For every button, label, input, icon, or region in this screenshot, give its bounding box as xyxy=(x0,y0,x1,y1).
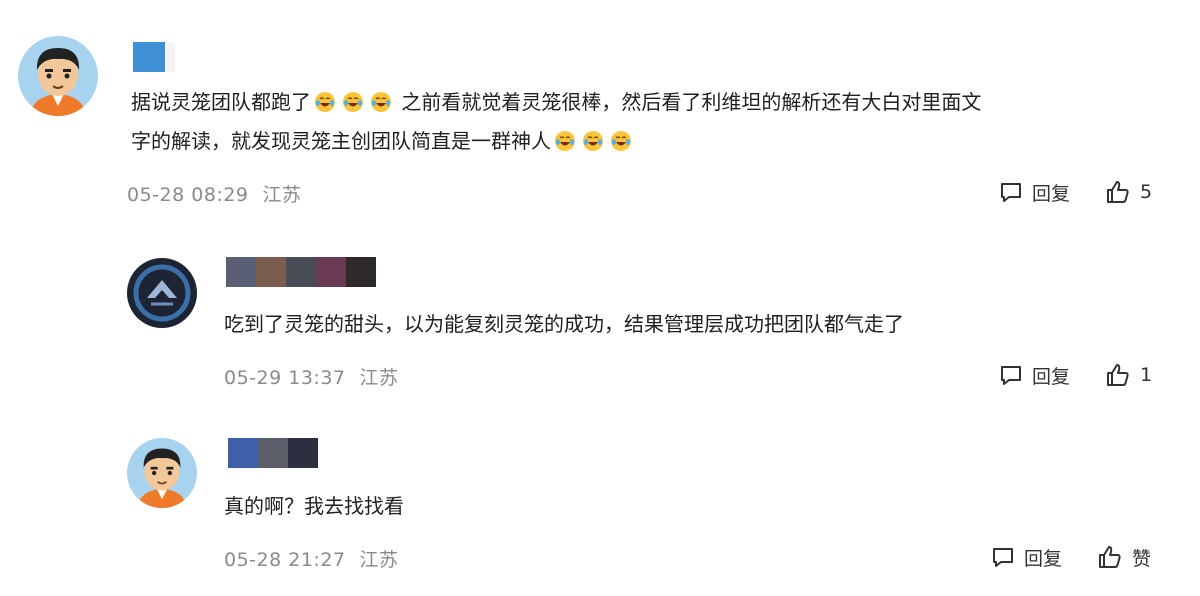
reply-button[interactable]: 回复 xyxy=(998,362,1070,389)
like-button[interactable]: 1 xyxy=(1104,361,1152,389)
laugh-cry-emoji-icon xyxy=(582,126,604,151)
thumbs-up-icon xyxy=(1107,364,1129,386)
avatar[interactable] xyxy=(127,438,197,508)
comment-location: 江苏 xyxy=(262,184,302,206)
comment-meta: 05-28 21:27 江苏 xyxy=(224,545,399,572)
thumbs-up-icon xyxy=(1099,546,1121,568)
like-button[interactable]: 5 xyxy=(1104,178,1152,206)
comment-bubble-icon xyxy=(993,548,1013,567)
comment-actions: 回复 赞 xyxy=(990,543,1151,571)
avatar[interactable] xyxy=(127,258,197,328)
comment-text: 据说灵笼团队都跑了 之前看就觉着灵笼很棒，然后看了利维坦的解析还有大白对里面文 … xyxy=(131,83,1171,161)
reply-button[interactable]: 回复 xyxy=(998,179,1070,206)
laugh-cry-emoji-icon xyxy=(610,126,632,151)
comment-item-3: 真的啊？我去找找看 05-28 21:27 江苏 回复 赞 xyxy=(0,420,1200,596)
comment-meta: 05-29 13:37 江苏 xyxy=(224,363,399,390)
comment-item-2: 吃到了灵笼的甜头，以为能复刻灵笼的成功，结果管理层成功把团队都气走了 05-29… xyxy=(0,220,1200,420)
laugh-cry-emoji-icon xyxy=(314,87,336,112)
avatar[interactable] xyxy=(18,36,98,116)
cartoon-boy-avatar-icon xyxy=(127,438,197,508)
username-redacted[interactable] xyxy=(133,42,175,72)
reply-button[interactable]: 回复 xyxy=(990,544,1062,571)
laugh-cry-emoji-icon xyxy=(554,126,576,151)
username-redacted[interactable] xyxy=(226,257,376,287)
laugh-cry-emoji-icon xyxy=(370,87,392,112)
comment-location: 江苏 xyxy=(359,367,399,389)
comment-bubble-icon xyxy=(1001,366,1021,385)
dark-emblem-avatar-icon xyxy=(127,258,197,328)
comment-text: 吃到了灵笼的甜头，以为能复刻灵笼的成功，结果管理层成功把团队都气走了 xyxy=(224,312,904,336)
comment-item-1: 据说灵笼团队都跑了 之前看就觉着灵笼很棒，然后看了利维坦的解析还有大白对里面文 … xyxy=(0,0,1200,220)
comment-text: 真的啊？我去找找看 xyxy=(224,494,404,518)
comment-date: 05-28 08:29 xyxy=(127,184,249,206)
laugh-cry-emoji-icon xyxy=(342,87,364,112)
comment-actions: 回复 5 xyxy=(998,178,1152,206)
comment-date: 05-28 21:27 xyxy=(224,549,346,571)
comment-bubble-icon xyxy=(1001,183,1021,202)
comment-meta: 05-28 08:29 江苏 xyxy=(127,180,302,207)
comment-location: 江苏 xyxy=(359,549,399,571)
username-redacted[interactable] xyxy=(228,438,318,468)
cartoon-boy-avatar-icon xyxy=(18,36,98,116)
comment-date: 05-29 13:37 xyxy=(224,367,346,389)
thumbs-up-icon xyxy=(1107,181,1129,203)
like-button[interactable]: 赞 xyxy=(1096,543,1151,571)
comment-actions: 回复 1 xyxy=(998,361,1152,389)
